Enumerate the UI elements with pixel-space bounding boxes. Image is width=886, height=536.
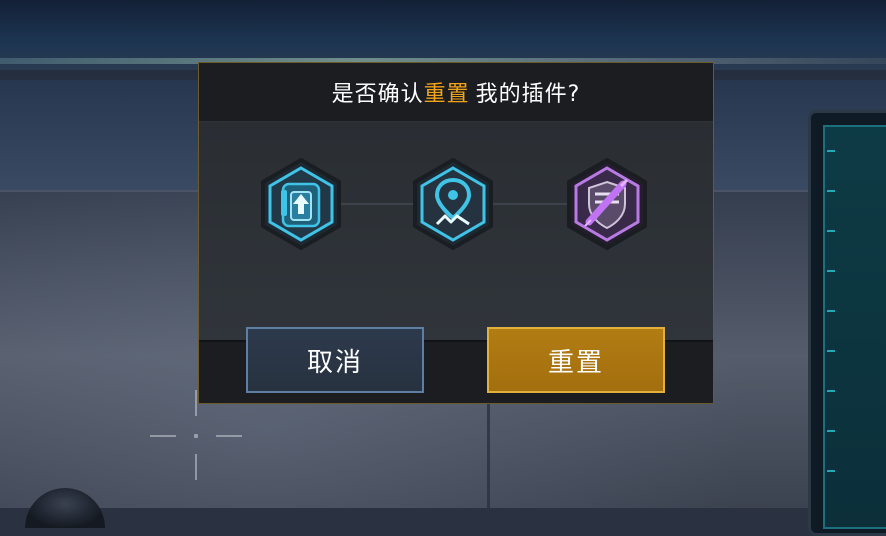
wall-monitor-screen bbox=[823, 125, 886, 529]
plugin-slot-backpack[interactable] bbox=[259, 158, 343, 250]
monitor-tick bbox=[827, 350, 835, 352]
backpack-upgrade-icon bbox=[261, 158, 341, 250]
location-pin-landing-icon bbox=[413, 158, 493, 250]
monitor-tick bbox=[827, 470, 835, 472]
monitor-tick bbox=[827, 430, 835, 432]
plugin-slot-location[interactable] bbox=[411, 158, 495, 250]
crosshair-left bbox=[150, 435, 176, 437]
cancel-button[interactable]: 取消 bbox=[246, 327, 424, 393]
crosshair-top bbox=[195, 390, 197, 416]
shield-syringe-icon bbox=[567, 158, 647, 250]
reset-plugins-dialog: 是否确认 重置 我的插件? 取消 重置 bbox=[198, 62, 714, 404]
monitor-tick bbox=[827, 190, 835, 192]
monitor-tick bbox=[827, 310, 835, 312]
title-suffix: 我的插件? bbox=[475, 82, 581, 107]
plugin-slot-shield[interactable] bbox=[565, 158, 649, 250]
monitor-tick bbox=[827, 270, 835, 272]
reset-button[interactable]: 重置 bbox=[487, 327, 665, 393]
monitor-tick bbox=[827, 230, 835, 232]
title-prefix: 是否确认 bbox=[331, 82, 424, 107]
crosshair-bottom bbox=[195, 454, 197, 480]
plugin-slots bbox=[199, 122, 713, 340]
dialog-title: 是否确认 重置 我的插件? bbox=[199, 63, 713, 121]
crosshair-right bbox=[216, 435, 242, 437]
crosshair-center bbox=[194, 434, 198, 438]
monitor-tick bbox=[827, 150, 835, 152]
monitor-tick bbox=[827, 390, 835, 392]
title-highlight: 重置 bbox=[423, 82, 470, 107]
